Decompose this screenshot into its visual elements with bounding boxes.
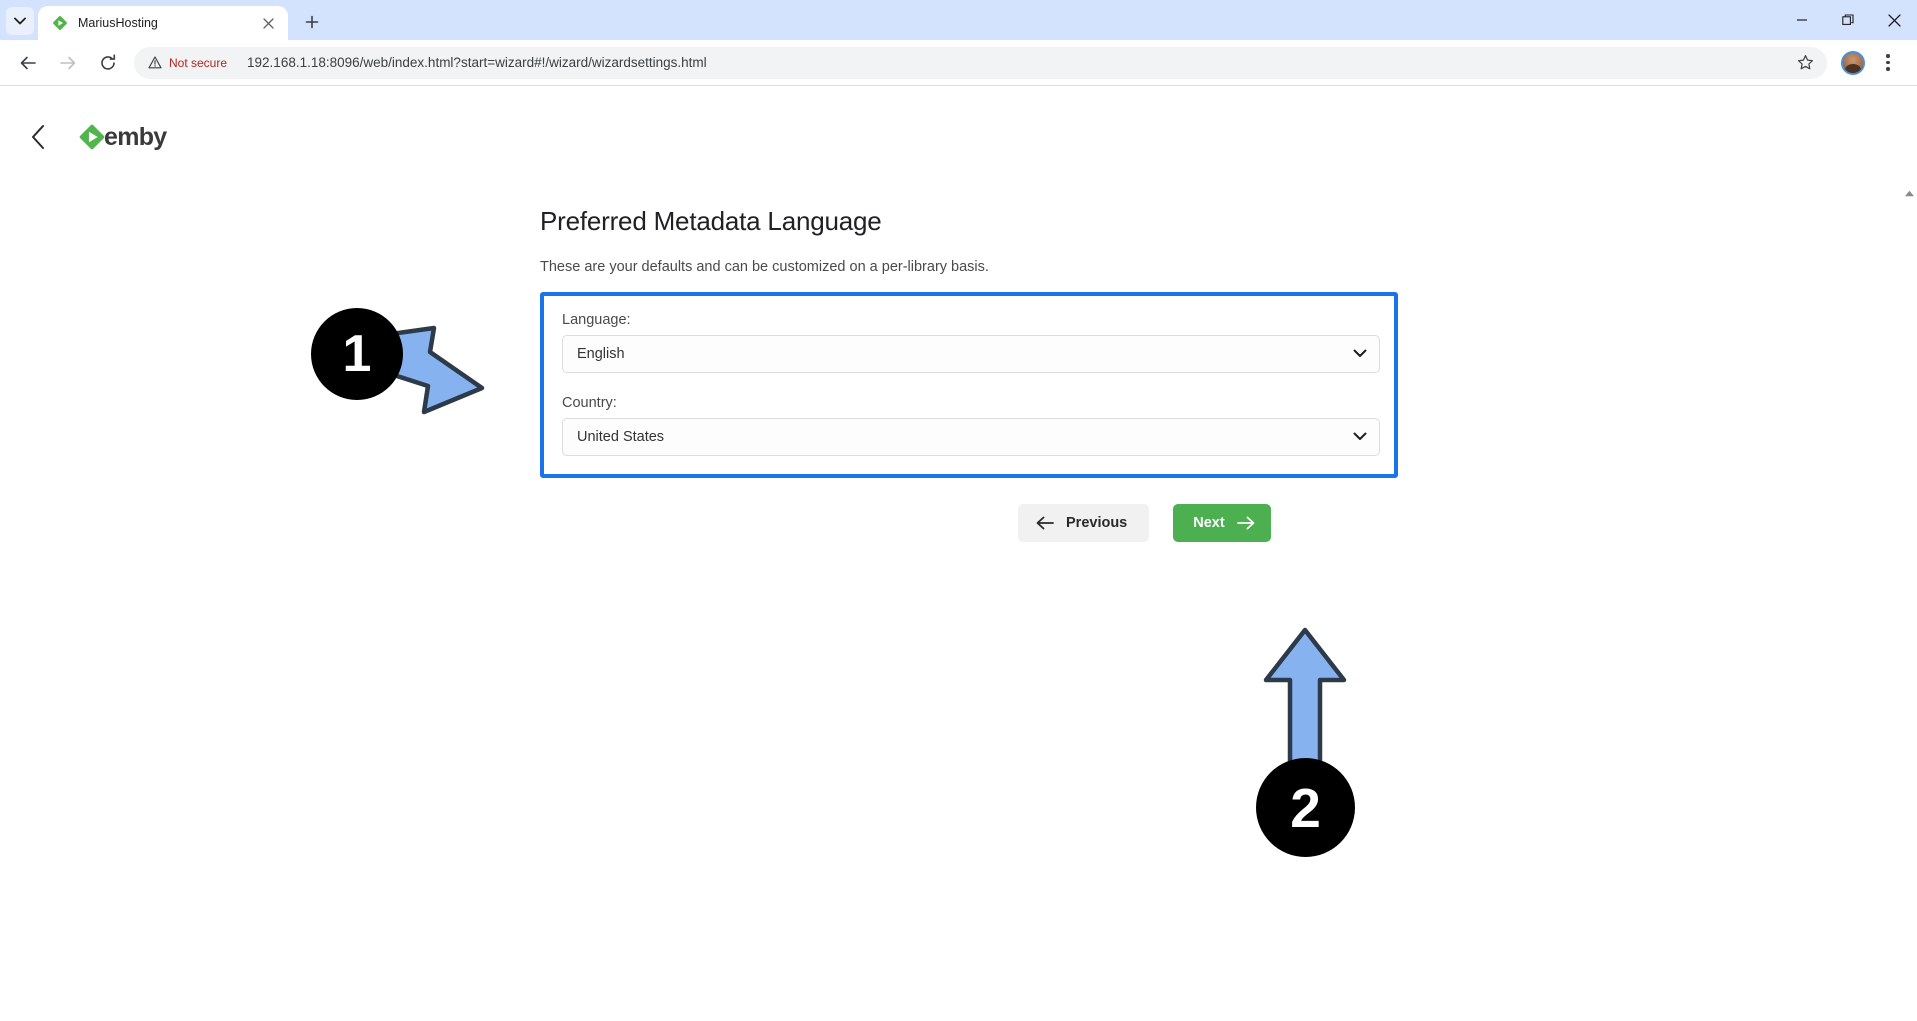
- address-bar[interactable]: Not secure 192.168.1.18:8096/web/index.h…: [134, 46, 1827, 79]
- previous-label: Previous: [1066, 515, 1128, 531]
- country-select[interactable]: United States: [562, 418, 1380, 456]
- close-icon: [262, 17, 274, 29]
- tab-close-button[interactable]: [258, 13, 278, 33]
- close-icon: [1887, 13, 1901, 27]
- page-scrollbar[interactable]: [1902, 172, 1917, 1021]
- tab-strip: MariusHosting: [0, 0, 1917, 40]
- emby-wordmark: emby: [104, 122, 167, 151]
- new-tab-button[interactable]: [298, 8, 326, 36]
- language-label: Language:: [562, 312, 631, 328]
- not-secure-label: Not secure: [169, 55, 228, 70]
- emby-diamond-icon: [79, 124, 105, 150]
- country-field-group: Country: United States: [562, 395, 1380, 456]
- star-icon: [1797, 55, 1813, 70]
- menu-dot: [1886, 60, 1890, 65]
- forward-arrow-icon: [60, 56, 76, 69]
- field-spacer: [562, 373, 1376, 395]
- chevron-down-icon: [14, 17, 26, 25]
- minimize-button[interactable]: [1779, 0, 1825, 40]
- browser-tab[interactable]: MariusHosting: [38, 6, 288, 40]
- emby-logo[interactable]: emby: [78, 123, 167, 152]
- reload-button[interactable]: [92, 47, 124, 79]
- wizard-button-row: Previous Next: [540, 504, 1917, 542]
- scrollbar-up-arrow-icon[interactable]: [1904, 190, 1915, 197]
- arrow-right-icon: [1236, 516, 1255, 530]
- reload-icon: [101, 53, 116, 70]
- profile-avatar[interactable]: [1841, 50, 1865, 75]
- emby-favicon-icon: [52, 15, 68, 31]
- page-viewport: emby Preferred Metadata Language These a…: [0, 85, 1917, 1021]
- warning-triangle-icon: [148, 56, 162, 69]
- restore-icon: [1842, 14, 1854, 25]
- page-title: Preferred Metadata Language: [540, 206, 882, 236]
- browser-menu-button[interactable]: [1873, 47, 1903, 79]
- plus-icon: [305, 15, 319, 29]
- minimize-icon: [1797, 19, 1807, 21]
- country-label: Country:: [562, 395, 617, 411]
- metadata-language-fieldset: Language: English Country: United States: [540, 292, 1398, 478]
- browser-toolbar: Not secure 192.168.1.18:8096/web/index.h…: [0, 40, 1917, 85]
- back-button[interactable]: [12, 47, 44, 79]
- forward-button[interactable]: [52, 47, 84, 79]
- menu-dot: [1886, 67, 1890, 71]
- emby-app-header: emby: [0, 86, 1917, 158]
- maximize-button[interactable]: [1825, 0, 1871, 40]
- language-field-group: Language: English: [562, 312, 1380, 373]
- arrow-left-icon: [1036, 516, 1054, 530]
- next-button[interactable]: Next: [1173, 504, 1271, 542]
- site-security-button[interactable]: Not secure: [136, 48, 238, 77]
- annotation-arrow-2: [1263, 627, 1347, 767]
- back-arrow-icon: [20, 56, 36, 69]
- language-select[interactable]: English: [562, 335, 1380, 373]
- close-window-button[interactable]: [1871, 0, 1917, 40]
- previous-button[interactable]: Previous: [1018, 504, 1150, 542]
- annotation-badge-2: 2: [1256, 758, 1355, 857]
- tab-title: MariusHosting: [78, 16, 158, 30]
- language-select-wrapper[interactable]: English: [562, 335, 1380, 373]
- tab-search-button[interactable]: [6, 7, 34, 35]
- wizard-panel: Preferred Metadata Language These are yo…: [0, 206, 1917, 542]
- page-subtitle: These are your defaults and can be custo…: [540, 259, 989, 275]
- chevron-left-icon: [32, 125, 44, 149]
- country-select-wrapper[interactable]: United States: [562, 418, 1380, 456]
- next-label: Next: [1193, 515, 1225, 531]
- menu-dot: [1886, 54, 1890, 58]
- bookmark-star-button[interactable]: [1791, 49, 1819, 77]
- window-controls: [1779, 0, 1917, 40]
- browser-window: MariusHosting Not secure 192.168.1.18:80…: [0, 0, 1917, 1021]
- app-back-button[interactable]: [22, 120, 56, 154]
- url-text: 192.168.1.18:8096/web/index.html?start=w…: [247, 55, 707, 70]
